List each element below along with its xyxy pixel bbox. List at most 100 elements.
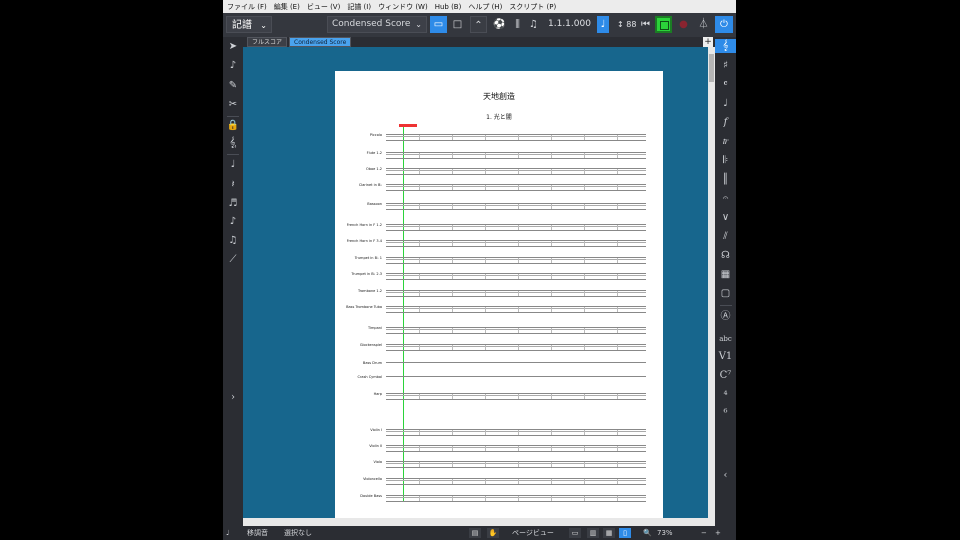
zoom-level[interactable]: 73% bbox=[657, 526, 673, 540]
layout-selector[interactable]: Condensed Score ⌄ bbox=[327, 16, 427, 33]
dynamics-icon[interactable]: f bbox=[715, 116, 736, 130]
staff[interactable] bbox=[386, 203, 646, 210]
scroll-thumb[interactable] bbox=[709, 54, 714, 82]
record-icon[interactable]: ● bbox=[675, 16, 692, 33]
mode-selector[interactable]: 記譜 ⌄ bbox=[226, 16, 272, 33]
staff[interactable] bbox=[386, 240, 646, 247]
staff[interactable] bbox=[386, 344, 646, 351]
view-options-icon[interactable]: ▤ bbox=[469, 528, 481, 538]
staff[interactable] bbox=[386, 495, 646, 502]
dotted-note-icon[interactable]: ♩ bbox=[223, 158, 243, 172]
staff[interactable] bbox=[386, 461, 646, 468]
staff[interactable] bbox=[386, 168, 646, 175]
view-vertical-icon[interactable]: ▯ bbox=[619, 528, 631, 538]
ornaments-icon[interactable]: 𝆖 bbox=[715, 135, 736, 149]
menu-view[interactable]: ビュー (V) bbox=[307, 2, 340, 12]
tab-full-score[interactable]: フルスコア bbox=[247, 37, 288, 47]
clef-icon[interactable]: 𝄞 bbox=[715, 39, 736, 53]
staff[interactable] bbox=[386, 224, 646, 231]
staff[interactable] bbox=[386, 290, 646, 297]
menu-help[interactable]: ヘルプ (H) bbox=[468, 2, 502, 12]
chevron-left-icon[interactable]: ‹ bbox=[715, 469, 736, 483]
menu-hub[interactable]: Hub (B) bbox=[435, 3, 462, 11]
comment-icon[interactable]: ▢ bbox=[715, 287, 736, 301]
staff[interactable] bbox=[386, 184, 646, 191]
midi-icon[interactable]: ♫ bbox=[525, 16, 542, 33]
tuplet-icon[interactable]: ♬ bbox=[223, 197, 243, 211]
figured-bass-icon[interactable]: ⁶ bbox=[715, 407, 736, 421]
zoom-in-icon[interactable]: + bbox=[715, 526, 721, 540]
stop-button[interactable] bbox=[655, 16, 672, 33]
galley-view-icon[interactable]: ▭ bbox=[430, 16, 447, 33]
chord-symbol-icon[interactable]: C⁷ bbox=[715, 369, 736, 383]
rehearsal-mark-icon[interactable]: V1 bbox=[715, 350, 736, 364]
ear-icon[interactable]: ☊ bbox=[715, 249, 736, 263]
lock-icon[interactable]: 🔒 bbox=[223, 119, 243, 133]
repeat-icon[interactable]: 𝄆 bbox=[715, 154, 736, 168]
barline-icon[interactable]: ║ bbox=[715, 173, 736, 187]
staff[interactable] bbox=[386, 478, 646, 485]
tempo-icon[interactable]: ♩ bbox=[715, 97, 736, 111]
clapper-icon[interactable]: ▦ bbox=[715, 268, 736, 282]
tremolo-icon[interactable]: ⫽ bbox=[715, 230, 736, 244]
menu-script[interactable]: スクリプト (P) bbox=[509, 2, 556, 12]
grace-note-icon[interactable]: ♪ bbox=[223, 215, 243, 229]
scissors-icon[interactable]: ✂ bbox=[223, 98, 243, 112]
text-icon[interactable]: Ⓐ bbox=[715, 310, 736, 324]
rewind-icon[interactable]: ⏮ bbox=[637, 16, 654, 33]
fingering-icon[interactable]: ⁴ bbox=[715, 389, 736, 403]
page-view-icon[interactable]: □ bbox=[449, 16, 466, 33]
instrument-label: Violin II bbox=[369, 444, 382, 448]
chord-icon[interactable]: ♫ bbox=[223, 234, 243, 248]
staff[interactable] bbox=[386, 429, 646, 436]
fermata-icon[interactable]: 𝄐 bbox=[715, 192, 736, 206]
slash-icon[interactable]: ⟋ bbox=[223, 253, 243, 267]
power-icon[interactable]: ⏻ bbox=[715, 16, 733, 33]
add-tab-icon[interactable]: + bbox=[703, 37, 713, 47]
staff[interactable] bbox=[386, 393, 646, 400]
horizontal-scrollbar[interactable] bbox=[243, 518, 715, 526]
score-canvas[interactable]: 天地創造 1. 光と闇 Piccolo Flute 1.2 Oboe 1.2 Clar… bbox=[243, 47, 708, 518]
staff[interactable] bbox=[386, 445, 646, 452]
staff[interactable] bbox=[386, 273, 646, 280]
score-page: 天地創造 1. 光と闇 Piccolo Flute 1.2 Oboe 1.2 Clar… bbox=[335, 71, 663, 518]
view-continuous-icon[interactable]: ▥ bbox=[587, 528, 599, 538]
view-spread-icon[interactable]: ▭ bbox=[569, 528, 581, 538]
menu-file[interactable]: ファイル (F) bbox=[227, 2, 267, 12]
view-type-selector[interactable]: ページビュー bbox=[512, 526, 554, 540]
metronome-icon[interactable]: ⏃ bbox=[695, 16, 712, 33]
play-mode-icon[interactable]: ⚽ bbox=[491, 16, 508, 33]
staff[interactable] bbox=[386, 362, 646, 363]
zoom-icon[interactable]: 🔍 bbox=[643, 526, 652, 540]
playhead-marker[interactable] bbox=[399, 124, 417, 127]
mixer-icon[interactable]: ⫼ bbox=[509, 16, 526, 33]
pencil-icon[interactable]: ✎ bbox=[223, 79, 243, 93]
chevron-up-icon[interactable]: ⌃ bbox=[470, 16, 487, 33]
tab-condensed-score[interactable]: Condensed Score bbox=[289, 37, 352, 47]
staff[interactable] bbox=[386, 257, 646, 264]
staff[interactable] bbox=[386, 134, 646, 141]
menu-notation[interactable]: 記譜 (I) bbox=[347, 2, 371, 12]
staff[interactable] bbox=[386, 327, 646, 334]
clef-icon[interactable]: 𝄠 bbox=[223, 136, 243, 150]
staff[interactable] bbox=[386, 152, 646, 159]
key-signature-icon[interactable]: ♯ bbox=[715, 59, 736, 73]
chevron-right-icon[interactable]: › bbox=[223, 391, 243, 405]
note-icon[interactable]: ♩ bbox=[597, 16, 609, 33]
lyrics-icon[interactable]: abc bbox=[715, 332, 736, 346]
select-arrow-icon[interactable]: ➤ bbox=[223, 40, 243, 54]
note-value-icon[interactable]: ♩ bbox=[226, 526, 229, 540]
barline bbox=[419, 258, 420, 263]
time-signature-icon[interactable]: 𝄴 bbox=[715, 78, 736, 92]
view-pages-icon[interactable]: ▦ bbox=[603, 528, 615, 538]
note-input-icon[interactable]: ♪ bbox=[223, 59, 243, 73]
menu-window[interactable]: ウィンドウ (W) bbox=[378, 2, 428, 12]
staff[interactable] bbox=[386, 306, 646, 313]
menu-edit[interactable]: 編集 (E) bbox=[274, 2, 300, 12]
playing-technique-icon[interactable]: ∨ bbox=[715, 211, 736, 225]
vertical-scrollbar[interactable] bbox=[708, 47, 715, 518]
rest-icon[interactable]: 𝄽 bbox=[223, 178, 243, 192]
zoom-out-icon[interactable]: − bbox=[701, 526, 707, 540]
staff[interactable] bbox=[386, 376, 646, 377]
hand-tool-icon[interactable]: ✋ bbox=[487, 528, 499, 538]
